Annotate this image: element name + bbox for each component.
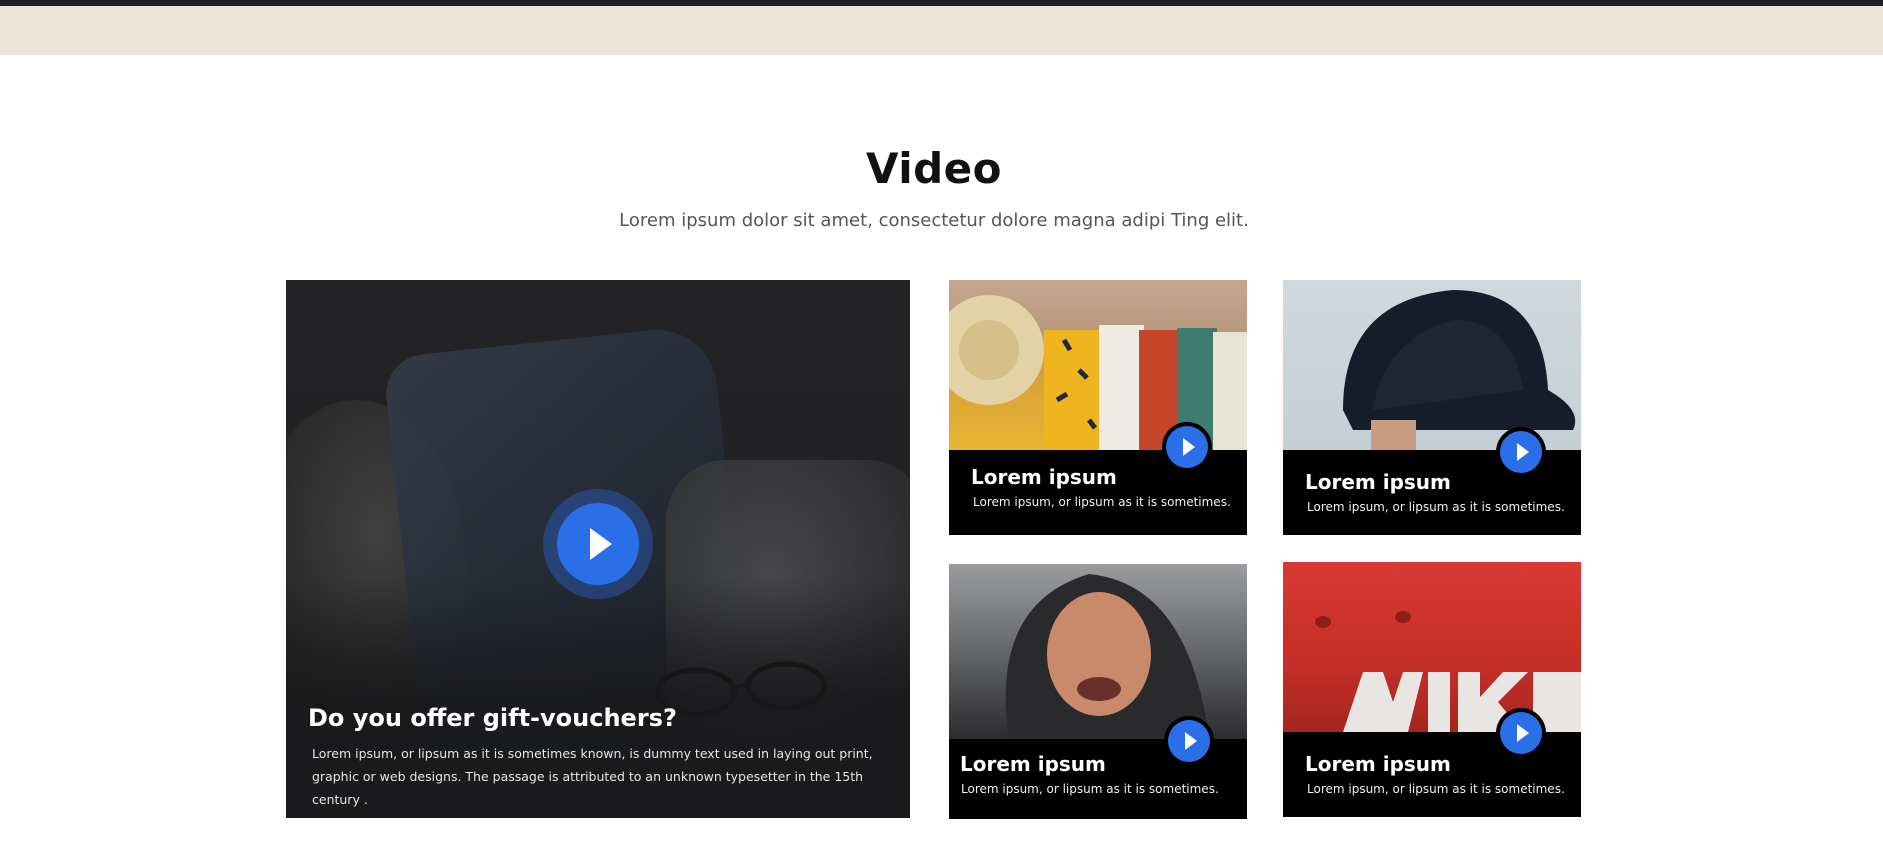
video-card-1[interactable]: Lorem ipsum Lorem ipsum, or lipsum as it… [949,280,1247,535]
section-subtitle: Lorem ipsum dolor sit amet, consectetur … [619,210,1249,231]
video-card-2[interactable]: Lorem ipsum Lorem ipsum, or lipsum as it… [1283,280,1581,535]
featured-title: Do you offer gift-vouchers? [308,704,677,732]
hooded-man-illustration [1005,574,1209,739]
video-card-2-description: Lorem ipsum, or lipsum as it is sometime… [1307,500,1565,514]
play-icon [1168,720,1210,762]
shirts-illustration [949,295,1247,450]
video-card-3-image [949,564,1247,739]
video-card-4-play-button[interactable] [1496,708,1546,758]
featured-video-card[interactable]: Do you offer gift-vouchers? Lorem ipsum,… [286,280,910,818]
header-band [0,6,1883,55]
video-card-1-play-button[interactable] [1162,422,1212,472]
video-card-3-play-button[interactable] [1164,716,1214,766]
video-card-4-description: Lorem ipsum, or lipsum as it is sometime… [1307,782,1565,796]
featured-play-button[interactable] [557,503,639,585]
section-title: Video [865,144,1003,193]
video-card-2-play-button[interactable] [1496,427,1546,477]
video-card-1-title: Lorem ipsum [971,465,1117,489]
video-card-2-image [1283,280,1581,450]
video-card-1-description: Lorem ipsum, or lipsum as it is sometime… [973,495,1231,509]
play-icon [1500,431,1542,473]
play-icon [590,528,612,560]
play-icon [1166,426,1208,468]
video-card-4-image [1283,562,1581,732]
video-card-4-title: Lorem ipsum [1305,752,1451,776]
video-card-3-description: Lorem ipsum, or lipsum as it is sometime… [961,782,1219,796]
video-card-4[interactable]: Lorem ipsum Lorem ipsum, or lipsum as it… [1283,562,1581,817]
video-card-3-title: Lorem ipsum [960,752,1106,776]
cap-illustration [1343,290,1576,450]
red-cap-illustration [1315,611,1581,732]
video-card-3[interactable]: Lorem ipsum Lorem ipsum, or lipsum as it… [949,564,1247,819]
featured-description: Lorem ipsum, or lipsum as it is sometime… [312,746,873,807]
play-icon [1500,712,1542,754]
video-card-1-image [949,280,1247,450]
video-card-2-title: Lorem ipsum [1305,470,1451,494]
